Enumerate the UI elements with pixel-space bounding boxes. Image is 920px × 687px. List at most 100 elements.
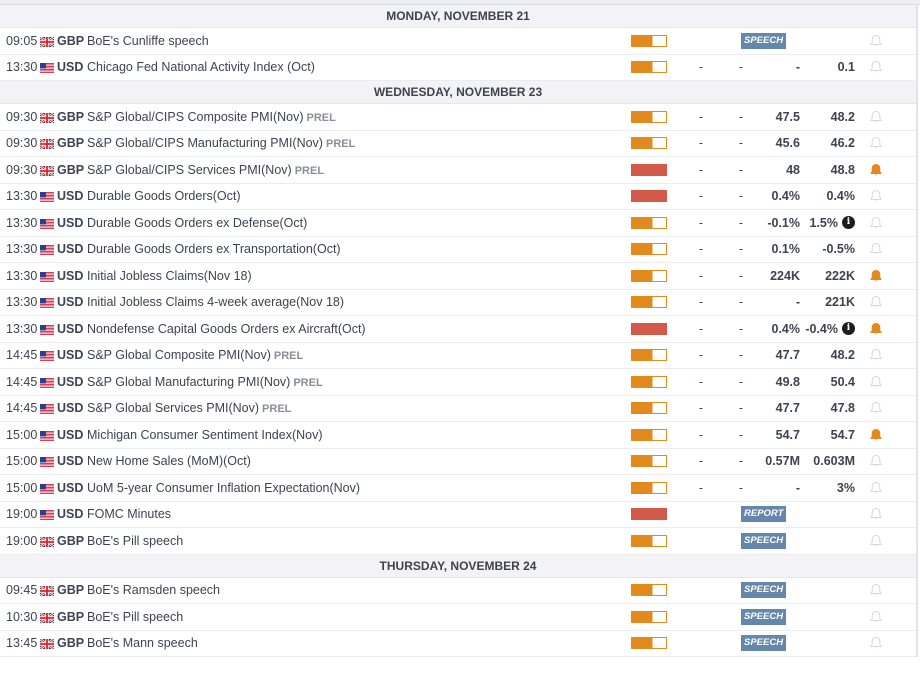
bell-icon[interactable]	[869, 401, 883, 415]
event-name[interactable]: S&P Global/CIPS Services PMI(Nov) PREL	[87, 163, 324, 177]
event-time: 14:45	[6, 401, 38, 416]
previous-value: 46.2	[830, 136, 855, 151]
bell-active-icon[interactable]	[869, 269, 883, 283]
event-row[interactable]: 13:30 USD Durable Goods Orders ex Transp…	[0, 236, 916, 263]
event-row[interactable]: 09:30 GBP S&P Global/CIPS Manufacturing …	[0, 130, 916, 157]
event-row[interactable]: 13:30 USD Nondefense Capital Goods Order…	[0, 316, 916, 343]
event-name[interactable]: Michigan Consumer Sentiment Index(Nov)	[87, 428, 323, 442]
event-name[interactable]: S&P Global Services PMI(Nov) PREL	[87, 401, 291, 415]
event-title: BoE's Ramsden speech	[87, 583, 221, 598]
event-row[interactable]: 10:30 GBP BoE's Pill speech SPEECH	[0, 604, 916, 631]
bell-active-icon[interactable]	[869, 163, 883, 177]
event-name[interactable]: Durable Goods Orders(Oct)	[87, 189, 241, 203]
bell-icon[interactable]	[869, 34, 883, 48]
event-name[interactable]: BoE's Pill speech	[87, 610, 183, 624]
event-name[interactable]: S&P Global/CIPS Composite PMI(Nov) PREL	[87, 110, 336, 124]
bell-icon[interactable]	[869, 507, 883, 521]
bell-icon[interactable]	[869, 481, 883, 495]
event-row[interactable]: 09:05 GBP BoE's Cunliffe speech SPEECH	[0, 28, 916, 55]
event-row[interactable]: 19:00 USD FOMC Minutes REPORT	[0, 501, 916, 528]
event-name[interactable]: BoE's Ramsden speech	[87, 583, 220, 597]
event-name[interactable]: Nondefense Capital Goods Orders ex Aircr…	[87, 322, 366, 336]
bell-icon[interactable]	[869, 375, 883, 389]
bell-icon[interactable]	[869, 60, 883, 74]
consensus-value: -	[738, 348, 744, 363]
event-name[interactable]: Durable Goods Orders ex Defense(Oct)	[87, 216, 307, 230]
event-time: 13:30	[6, 295, 38, 310]
bell-icon[interactable]	[869, 295, 883, 309]
event-name[interactable]: Chicago Fed National Activity Index (Oct…	[87, 60, 315, 74]
event-row[interactable]: 13:30 USD Chicago Fed National Activity …	[0, 54, 916, 81]
bell-active-icon[interactable]	[869, 322, 883, 336]
event-time: 09:05	[6, 33, 38, 48]
event-title: BoE's Mann speech	[87, 636, 198, 651]
bell-icon[interactable]	[869, 242, 883, 256]
event-row[interactable]: 14:45 USD S&P Global Composite PMI(Nov) P…	[0, 342, 916, 369]
bell-icon[interactable]	[869, 534, 883, 548]
event-row[interactable]: 13:30 USD Durable Goods Orders(Oct) - - …	[0, 183, 916, 210]
event-name[interactable]: FOMC Minutes	[87, 507, 171, 521]
event-name[interactable]: BoE's Mann speech	[87, 636, 198, 650]
event-name[interactable]: Durable Goods Orders ex Transportation(O…	[87, 242, 341, 256]
previous-value: -0.4%	[805, 321, 838, 336]
event-row[interactable]: 13:30 USD Initial Jobless Claims 4-week …	[0, 289, 916, 316]
actual-value: -	[698, 374, 704, 389]
bell-icon[interactable]	[869, 110, 883, 124]
event-name[interactable]: BoE's Cunliffe speech	[87, 34, 209, 48]
event-time: 10:30	[6, 609, 38, 624]
impact-indicator-medium	[631, 269, 667, 282]
forecast-value: 49.8	[775, 374, 800, 389]
actual-value: -	[698, 295, 704, 310]
previous-value: 48.8	[830, 162, 855, 177]
us-flag-icon	[40, 297, 54, 309]
info-icon[interactable]: i	[842, 322, 855, 336]
impact-indicator-medium	[631, 455, 667, 468]
actual-value: -	[698, 242, 704, 257]
info-icon[interactable]: i	[842, 216, 855, 230]
bell-icon[interactable]	[869, 189, 883, 203]
event-row[interactable]: 09:30 GBP S&P Global/CIPS Composite PMI(…	[0, 104, 916, 131]
event-row[interactable]: 19:00 GBP BoE's Pill speech SPEECH	[0, 528, 916, 555]
event-name[interactable]: New Home Sales (MoM)(Oct)	[87, 454, 251, 468]
event-row[interactable]: 14:45 USD S&P Global Manufacturing PMI(N…	[0, 369, 916, 396]
event-title: S&P Global/CIPS Composite PMI(Nov)	[87, 109, 304, 124]
bell-icon[interactable]	[869, 583, 883, 597]
bell-icon[interactable]	[869, 454, 883, 468]
bell-active-icon[interactable]	[869, 428, 883, 442]
event-name[interactable]: S&P Global Manufacturing PMI(Nov) PREL	[87, 375, 323, 389]
previous-cell: 46.2	[831, 136, 855, 150]
event-name[interactable]: Initial Jobless Claims(Nov 18)	[87, 269, 252, 283]
event-row[interactable]: 13:30 USD Initial Jobless Claims(Nov 18)…	[0, 263, 916, 290]
event-type-badge: SPEECH	[741, 32, 787, 49]
event-name[interactable]: S&P Global/CIPS Manufacturing PMI(Nov) PR…	[87, 136, 355, 150]
event-title: Nondefense Capital Goods Orders ex Aircr…	[87, 321, 366, 336]
previous-value: 222K	[825, 268, 855, 283]
previous-cell: -0.5%	[822, 242, 855, 256]
event-row[interactable]: 09:30 GBP S&P Global/CIPS Services PMI(N…	[0, 157, 916, 184]
event-row[interactable]: 13:45 GBP BoE's Mann speech SPEECH	[0, 630, 916, 657]
bell-icon[interactable]	[869, 348, 883, 362]
event-title: S&P Global/CIPS Manufacturing PMI(Nov)	[87, 136, 323, 151]
event-row[interactable]: 15:00 USD UoM 5-year Consumer Inflation …	[0, 475, 916, 502]
event-row[interactable]: 13:30 USD Durable Goods Orders ex Defens…	[0, 210, 916, 237]
consensus-value: -	[738, 60, 744, 75]
bell-icon[interactable]	[869, 136, 883, 150]
event-name[interactable]: BoE's Pill speech	[87, 534, 183, 548]
bell-icon[interactable]	[869, 636, 883, 650]
bell-icon[interactable]	[869, 610, 883, 624]
event-name[interactable]: S&P Global Composite PMI(Nov) PREL	[87, 348, 303, 362]
event-row[interactable]: 15:00 USD New Home Sales (MoM)(Oct) - - …	[0, 448, 916, 475]
previous-value: 48.2	[830, 109, 855, 124]
event-row[interactable]: 09:45 GBP BoE's Ramsden speech SPEECH	[0, 577, 916, 604]
previous-value: 0.4%	[826, 189, 856, 204]
event-row[interactable]: 15:00 USD Michigan Consumer Sentiment In…	[0, 422, 916, 449]
currency: USD	[57, 507, 84, 522]
us-flag-icon	[40, 430, 54, 441]
event-name[interactable]: UoM 5-year Consumer Inflation Expectatio…	[87, 481, 360, 495]
event-name[interactable]: Initial Jobless Claims 4-week average(No…	[87, 295, 344, 309]
bell-icon[interactable]	[869, 216, 883, 230]
event-row[interactable]: 14:45 USD S&P Global Services PMI(Nov) PR…	[0, 395, 916, 422]
day-header: WEDNESDAY, NOVEMBER 23	[0, 81, 916, 104]
us-flag-icon	[40, 483, 54, 494]
forecast-value: -0.1%	[767, 215, 800, 230]
